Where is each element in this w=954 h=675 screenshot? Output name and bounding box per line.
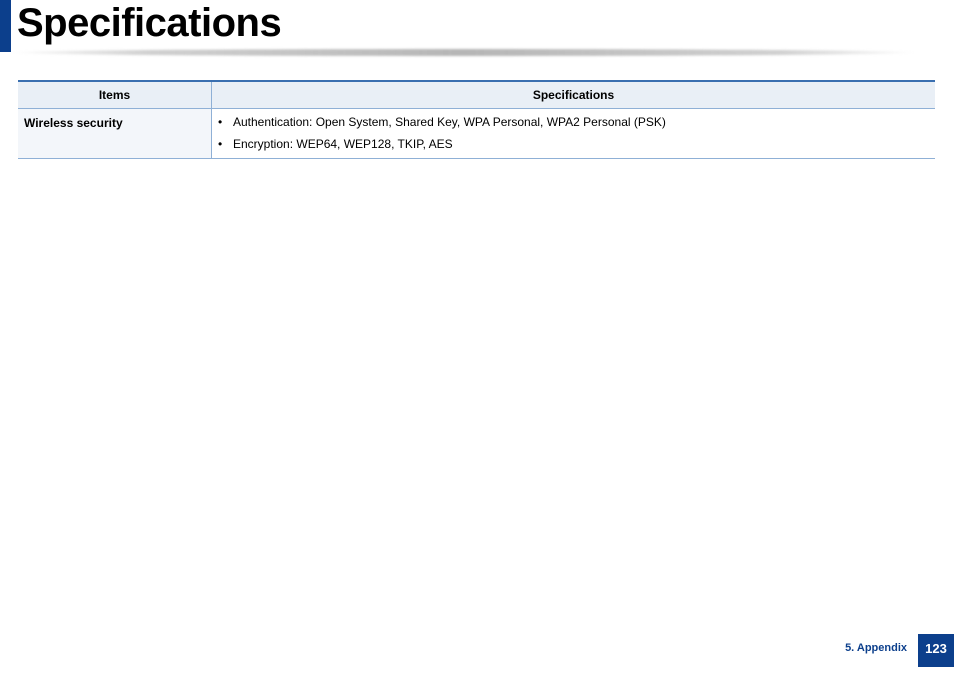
page-title: Specifications [17,1,282,45]
table-header-row: Items Specifications [18,80,935,109]
list-item: • Authentication: Open System, Shared Ke… [218,115,935,130]
table-row: Wireless security • Authentication: Open… [18,108,935,159]
spec-text: Encryption: WEP64, WEP128, TKIP, AES [233,137,453,151]
spec-cell: • Authentication: Open System, Shared Ke… [211,108,935,159]
spec-text: Authentication: Open System, Shared Key,… [233,115,666,129]
list-item: • Encryption: WEP64, WEP128, TKIP, AES [218,137,935,152]
specifications-table: Items Specifications Wireless security •… [18,80,935,159]
title-divider [11,49,916,56]
column-header-items: Items [18,80,212,109]
page-number-badge: 123 [918,634,954,667]
bullet-icon: • [218,137,223,151]
header-accent-bar [0,0,11,52]
column-header-specifications: Specifications [211,80,935,109]
footer-section-label: 5. Appendix [845,642,907,654]
spec-list: • Authentication: Open System, Shared Ke… [218,115,935,152]
item-cell: Wireless security [18,108,212,159]
bullet-icon: • [218,115,223,129]
